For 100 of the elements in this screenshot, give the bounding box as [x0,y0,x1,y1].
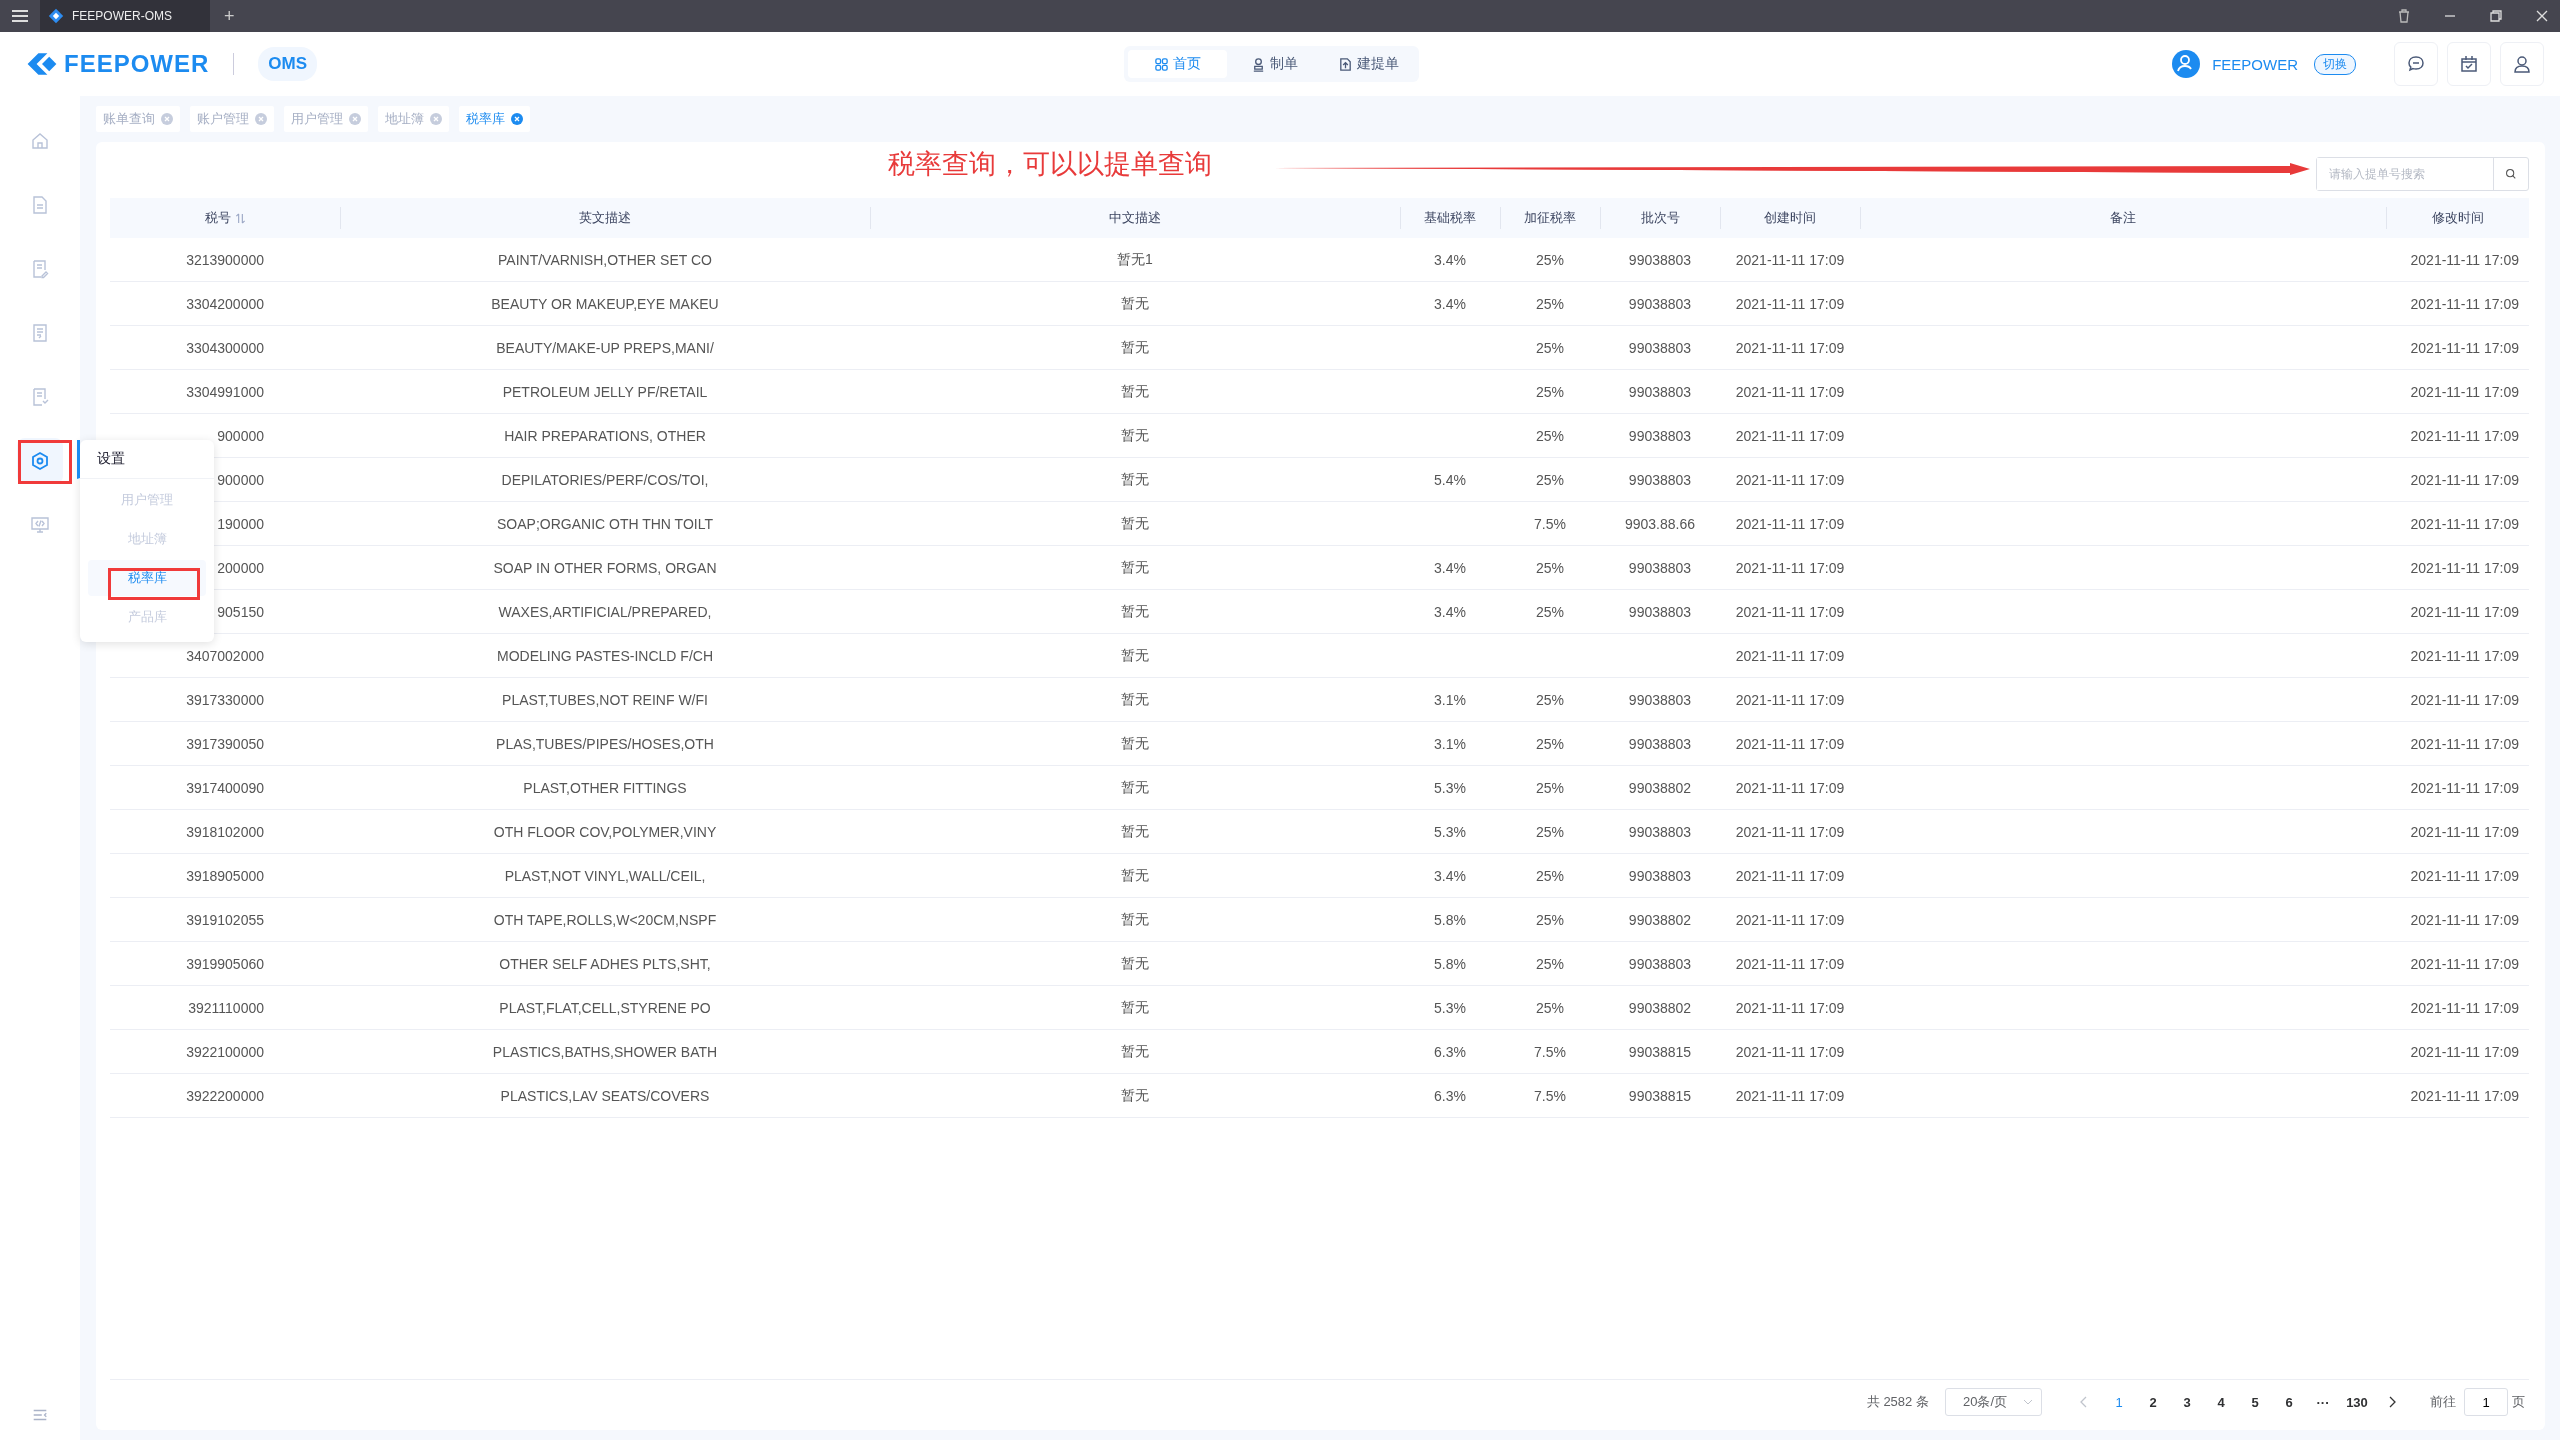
table-cell: 暂无 [1121,382,1149,401]
table-cell: 3.4% [1434,603,1466,620]
chat-icon [2406,54,2426,74]
table-cell: 25% [1536,691,1564,708]
nav-tab[interactable]: 建提单 [1322,50,1415,78]
table-cell: BEAUTY OR MAKEUP,EYE MAKEU [491,295,719,312]
table-cell: 3304200000 [186,295,264,312]
table-cell: 7.5% [1534,1087,1566,1104]
table-cell: 2021-11-11 17:09 [1735,867,1845,884]
page-number[interactable]: 2 [2138,1394,2168,1410]
nav-tab[interactable]: 制单 [1235,50,1314,78]
user-name: FEEPOWER [2212,55,2298,73]
table-cell: PLAST,NOT VINYL,WALL/CEIL, [504,867,706,884]
table-cell: 2021-11-11 17:09 [2410,779,2519,796]
column-header: 创建时间 [1764,209,1816,227]
table-cell: 2021-11-11 17:09 [2410,735,2519,752]
table-cell: OTH TAPE,ROLLS,W<20CM,NSPF [493,911,717,928]
calendar-button[interactable] [2447,42,2491,86]
next-page-icon[interactable] [2388,1396,2396,1408]
profile-button[interactable] [2500,42,2544,86]
table-cell: 905150 [217,603,264,620]
table-cell: 暂无 [1121,1042,1149,1061]
page-number[interactable]: 4 [2206,1394,2236,1410]
table-cell: DEPILATORIES/PERF/COS/TOI, [501,471,709,488]
table-cell: 25% [1536,295,1564,312]
table-cell: 2021-11-11 17:09 [2410,1087,2519,1104]
previous-page-icon[interactable] [2080,1396,2088,1408]
table-cell: 2021-11-11 17:09 [1735,383,1845,400]
sort-icon[interactable] [234,212,246,224]
message-button[interactable] [2394,42,2438,86]
tab-title: FEEPOWER-OMS [72,9,172,23]
close-icon[interactable] [511,113,523,125]
table-cell: 暂无 [1121,998,1149,1017]
table-cell: 99038815 [1628,1043,1692,1060]
table-cell: 99038803 [1628,867,1692,884]
table-cell: SOAP IN OTHER FORMS, ORGAN [493,559,717,576]
table-cell: 暂无 [1121,514,1149,533]
table-cell: 2021-11-11 17:09 [1735,603,1845,620]
table-cell: 9903.88.66 [1624,515,1696,532]
table-cell: 2021-11-11 17:09 [1735,647,1845,664]
table-cell: 2021-11-11 17:09 [1735,515,1845,532]
list-icon [30,323,50,343]
page-number[interactable]: 3 [2172,1394,2202,1410]
page-input[interactable]: 1 [2464,1388,2508,1416]
table-cell: 2021-11-11 17:09 [2410,295,2519,312]
table-cell: SOAP;ORGANIC OTH THN TOILT [497,515,713,532]
table-cell: 2021-11-11 17:09 [2410,559,2519,576]
switch-button[interactable]: 切换 [2314,53,2356,75]
page-number[interactable]: ··· [2308,1394,2338,1410]
table-cell: OTH FLOOR COV,POLYMER,VINY [493,823,717,840]
browser-tab[interactable]: FEEPOWER-OMS [40,0,210,32]
column-header: 修改时间 [2431,209,2484,227]
table-cell: 25% [1536,911,1564,928]
calendar-icon [2459,54,2479,74]
table-cell: 2021-11-11 17:09 [2410,647,2519,664]
table-cell: 2021-11-11 17:09 [1735,779,1845,796]
table-cell: 2021-11-11 17:09 [1735,691,1845,708]
table-cell: MODELING PASTES-INCLD F/CH [497,647,713,664]
table-cell: 3304991000 [186,383,264,400]
table-cell: 25% [1536,427,1564,444]
page-tab[interactable]: 税率库 [459,106,530,132]
nav-tab[interactable]: 首页 [1128,50,1227,78]
page-number[interactable]: 6 [2274,1394,2304,1410]
search-icon[interactable] [2505,168,2517,180]
table-cell: 暂无 [1121,1086,1149,1105]
table-cell: PLASTICS,BATHS,SHOWER BATH [492,1043,718,1060]
table-cell: 暂无 [1121,338,1149,357]
restore-icon[interactable] [2488,8,2504,24]
table-cell: 99038802 [1628,779,1692,796]
page-number[interactable]: 1 [2104,1394,2134,1410]
table-cell: 3.4% [1434,559,1466,576]
table-cell: 2021-11-11 17:09 [1735,735,1845,752]
table-cell: 2021-11-11 17:09 [1735,251,1845,268]
close-icon[interactable] [2534,8,2550,24]
page-number[interactable]: 130 [2342,1394,2372,1410]
table-cell: 2021-11-11 17:09 [1735,1043,1845,1060]
table-cell: 3.1% [1434,735,1466,752]
menu-icon[interactable] [10,8,30,24]
table-cell: 暂无 [1121,646,1149,665]
table-cell: 2021-11-11 17:09 [2410,383,2519,400]
table-cell: 25% [1536,779,1564,796]
annotation-text: 税率查询，可以以提单查询 [888,148,1212,181]
table-cell: 暂无 [1121,690,1149,709]
page-number[interactable]: 5 [2240,1394,2270,1410]
column-header: 批次号 [1640,209,1680,227]
page-size-select[interactable]: 20条/页 [1944,1388,2042,1416]
trash-icon[interactable] [2396,8,2412,24]
new-tab-button[interactable]: + [224,5,235,27]
table-cell: 900000 [217,471,264,488]
table-cell: 5.3% [1434,779,1466,796]
search-field[interactable]: 请输入提单号搜索 [2316,157,2529,191]
table-cell: 2021-11-11 17:09 [1735,823,1845,840]
table-cell: 99038803 [1628,295,1692,312]
table-cell: 99038803 [1628,339,1692,356]
table-cell: 2021-11-11 17:09 [2410,911,2519,928]
table-cell: 5.8% [1434,955,1466,972]
table-cell: 190000 [217,515,264,532]
table-cell: 99038803 [1628,383,1692,400]
table-cell: 25% [1536,559,1564,576]
table-cell: 25% [1536,339,1564,356]
